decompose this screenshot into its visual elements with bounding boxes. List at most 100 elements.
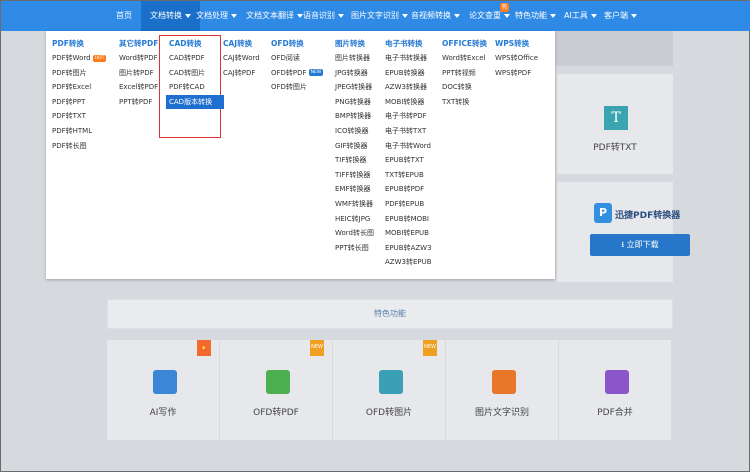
dropdown-item[interactable]: TXT转换	[442, 95, 487, 110]
dropdown-item-label: PDF转HTML	[52, 126, 93, 135]
column-heading[interactable]: CAJ转换	[223, 37, 260, 51]
column-heading[interactable]: PDF转换	[52, 37, 106, 51]
dropdown-item[interactable]: 电子书转Word	[385, 139, 432, 154]
dropdown-item[interactable]: PDF转Word HOT	[52, 51, 107, 66]
pdf-to-txt-card[interactable]: T PDF转TXT	[557, 74, 673, 174]
dropdown-item-label: Word转Excel	[442, 54, 486, 62]
dropdown-item[interactable]: EPUB转换器	[385, 66, 432, 81]
dropdown-item[interactable]: WPS转Office	[495, 51, 538, 66]
dropdown-item[interactable]: EPUB转AZW3	[385, 241, 432, 256]
nav-item-4[interactable]: 语音识别	[303, 1, 344, 31]
feature-icon	[266, 370, 290, 394]
column-heading[interactable]: CAD转换	[169, 37, 224, 51]
nav-item-10[interactable]: 客户端	[604, 1, 637, 31]
nav-item-7[interactable]: 论文查重	[469, 1, 510, 31]
column-heading[interactable]: 电子书转换	[385, 37, 432, 51]
promo-brand: 迅捷PDF转换器	[615, 211, 681, 221]
new-badge: NEW	[310, 340, 324, 356]
dropdown-item[interactable]: GIF转换器	[335, 139, 374, 154]
column-heading[interactable]: OFFICE转换	[442, 37, 487, 51]
column-heading[interactable]: OFD转换	[271, 37, 323, 51]
dropdown-item[interactable]: PDF转长图	[52, 139, 106, 154]
column-heading[interactable]: 图片转换	[335, 37, 374, 51]
feature-label: OFD转PDF	[253, 408, 299, 418]
dropdown-item[interactable]: Word转长图	[335, 226, 374, 241]
dropdown-item[interactable]: JPEG转换器	[335, 80, 374, 95]
nav-item-0[interactable]: 首页	[116, 1, 132, 31]
dropdown-item-label: PPT转PDF	[119, 97, 153, 106]
nav-item-8[interactable]: 特色功能	[515, 1, 556, 31]
nav-item-1[interactable]: 文档转换	[141, 1, 200, 31]
promo-card: P 迅捷PDF转换器 ⭳ 立即下载	[557, 182, 690, 282]
download-button[interactable]: ⭳ 立即下载	[590, 234, 690, 256]
nav-item-2[interactable]: 文档处理	[196, 1, 237, 31]
dropdown-item[interactable]: 电子书转换器	[385, 51, 432, 66]
dropdown-item[interactable]: PDF转Excel	[52, 80, 106, 95]
dropdown-item[interactable]: EPUB转MOBI	[385, 212, 432, 227]
dropdown-item[interactable]: TIFF转换器	[335, 168, 374, 183]
dropdown-item[interactable]: CAD版本转换	[166, 94, 224, 110]
dropdown-item[interactable]: Word转PDF	[119, 51, 158, 66]
dropdown-item-label: TXT转换	[442, 97, 470, 106]
column-heading[interactable]: 其它转PDF	[119, 37, 158, 51]
dropdown-item[interactable]: 图片转PDF	[119, 66, 158, 81]
dropdown-item[interactable]: PNG转换器	[335, 95, 374, 110]
dropdown-item[interactable]: HEIC转JPG	[335, 212, 374, 227]
dropdown-item[interactable]: PPT转PDF	[119, 95, 158, 110]
dropdown-item[interactable]: PDF转图片	[52, 66, 106, 81]
nav-item-9[interactable]: AI工具	[564, 1, 597, 31]
dropdown-item-label: GIF转换器	[335, 141, 368, 150]
dropdown-item[interactable]: EMF转换器	[335, 182, 374, 197]
dropdown-item[interactable]: JPG转换器	[335, 66, 374, 81]
dropdown-item[interactable]: 图片转换器	[335, 51, 374, 66]
dropdown-item[interactable]: OFD转PDF NEW	[271, 66, 324, 81]
nav-item-6[interactable]: 音视频转换	[411, 1, 460, 31]
column-heading[interactable]: WPS转换	[495, 37, 538, 51]
dropdown-item[interactable]: DOC转换	[442, 80, 487, 95]
nav-item-5[interactable]: 图片文字识别	[351, 1, 408, 31]
dropdown-item[interactable]: OFD转图片	[271, 80, 323, 95]
dropdown-item[interactable]: WMF转换器	[335, 197, 374, 212]
dropdown-item-label: WMF转换器	[335, 199, 373, 208]
dropdown-item[interactable]: EPUB转TXT	[385, 153, 432, 168]
dropdown-item[interactable]: AZW3转换器	[385, 80, 432, 95]
dropdown-item[interactable]: Word转Excel	[442, 51, 487, 66]
dropdown-item-label: 图片转换器	[335, 54, 370, 62]
dropdown-item[interactable]: EPUB转PDF	[385, 182, 432, 197]
dropdown-item[interactable]: PDF转TXT	[52, 109, 106, 124]
dropdown-item[interactable]: CAJ转Word	[223, 51, 260, 66]
dropdown-item-label: TIFF转换器	[335, 170, 371, 179]
feature-card[interactable]: PDF合并	[559, 340, 672, 440]
download-label: 立即下载	[626, 240, 659, 249]
dropdown-item[interactable]: 电子书转PDF	[385, 109, 432, 124]
dropdown-column: CAD转换 CAD转PDF CAD转图片 PDF转CAD CAD版本转换	[166, 37, 224, 110]
dropdown-item[interactable]: TIF转换器	[335, 153, 374, 168]
dropdown-item[interactable]: PDF转EPUB	[385, 197, 432, 212]
dropdown-item[interactable]: CAD转图片	[169, 66, 224, 81]
dropdown-item[interactable]: MOBI转换器	[385, 95, 432, 110]
dropdown-column: 电子书转换 电子书转换器 EPUB转换器 AZW3转换器 MOBI转换器 电子书转PDF 电…	[385, 37, 432, 270]
dropdown-item[interactable]: 电子书转TXT	[385, 124, 432, 139]
dropdown-item[interactable]: OFD阅读	[271, 51, 323, 66]
dropdown-item[interactable]: AZW3转EPUB	[385, 255, 432, 270]
feature-card[interactable]: 图片文字识别	[446, 340, 559, 440]
dropdown-item[interactable]: PDF转PPT	[52, 95, 106, 110]
dropdown-item[interactable]: PDF转CAD	[169, 80, 224, 95]
dropdown-item[interactable]: Excel转PDF	[119, 80, 158, 95]
dropdown-item[interactable]: PDF转HTML	[52, 124, 106, 139]
dropdown-item[interactable]: ICO转换器	[335, 124, 374, 139]
dropdown-item[interactable]: PPT转长图	[335, 241, 374, 256]
dropdown-item-label: ICO转换器	[335, 126, 369, 135]
dropdown-item[interactable]: PPT转视频	[442, 66, 487, 81]
nav-item-3[interactable]: 文档文本翻译	[246, 1, 303, 31]
dropdown-item[interactable]: WPS转PDF	[495, 66, 538, 81]
dropdown-item[interactable]: BMP转换器	[335, 109, 374, 124]
feature-card[interactable]: OFD转PDF NEW	[220, 340, 333, 440]
dropdown-item[interactable]: CAJ转PDF	[223, 66, 260, 81]
dropdown-item[interactable]: TXT转EPUB	[385, 168, 432, 183]
feature-card[interactable]: OFD转图片 NEW	[333, 340, 446, 440]
feature-card[interactable]: AI写作 🔥	[107, 340, 220, 440]
dropdown-item[interactable]: CAD转PDF	[169, 51, 224, 66]
dropdown-item[interactable]: MOBI转EPUB	[385, 226, 432, 241]
nav-item-label: 首页	[116, 11, 132, 20]
